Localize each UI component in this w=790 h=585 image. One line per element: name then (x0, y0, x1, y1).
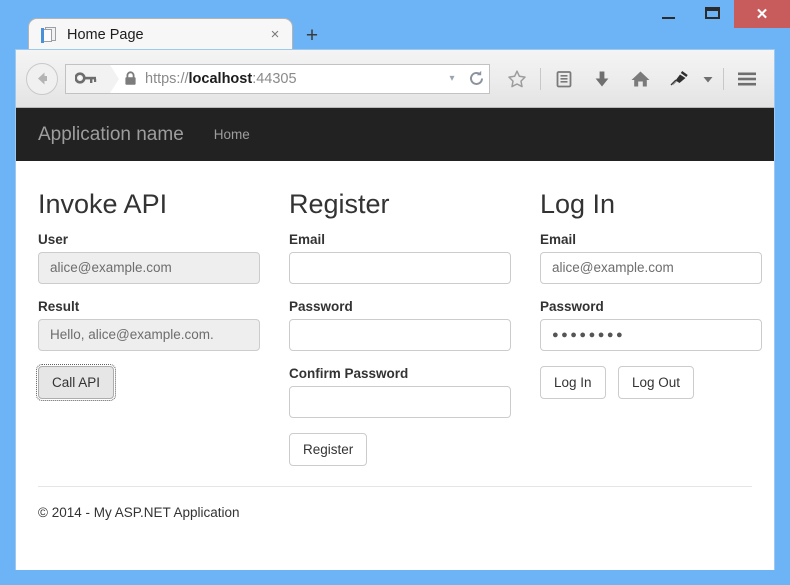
heading-invoke-api: Invoke API (38, 189, 168, 219)
pin-icon (670, 70, 688, 85)
tab-strip: Home Page × + (0, 18, 790, 50)
nav-link-home[interactable]: Home (214, 127, 250, 142)
footer-copyright: © 2014 - My ASP.NET Application (38, 504, 240, 520)
browser-chrome: https://localhost:44305 ▾ Application na… (15, 49, 775, 570)
security-lock (121, 71, 137, 86)
tab-home-page[interactable]: Home Page × (28, 18, 293, 50)
label-user: User (38, 231, 69, 247)
tab-title: Home Page (67, 26, 144, 43)
heading-login: Log In (540, 189, 616, 219)
register-password-input[interactable] (289, 318, 511, 351)
address-bar[interactable]: https://localhost:44305 ▾ (65, 63, 490, 94)
reload-button[interactable] (463, 70, 489, 87)
pin-button[interactable] (659, 62, 697, 96)
column-login: Log In Email alice@example.com Password … (540, 177, 774, 466)
download-icon (595, 71, 609, 86)
downloads-button[interactable] (583, 62, 621, 96)
columns-row: Invoke API User alice@example.com Result… (35, 161, 762, 466)
label-register-email: Email (289, 231, 326, 247)
label-register-confirm-password: Confirm Password (289, 365, 409, 381)
result-input[interactable]: Hello, alice@example.com. (38, 318, 260, 351)
page-footer: © 2014 - My ASP.NET Application (16, 485, 774, 520)
overflow-menu-button[interactable] (697, 62, 719, 96)
home-button[interactable] (621, 62, 659, 96)
reading-list-icon (556, 70, 572, 87)
chevron-down-icon[interactable]: ▾ (441, 73, 463, 84)
footer-divider (38, 485, 752, 487)
page-container: Invoke API User alice@example.com Result… (16, 161, 774, 466)
url-host: localhost (188, 70, 253, 87)
register-confirm-password-input[interactable] (289, 385, 511, 418)
site-navbar: Application name Home (16, 108, 774, 161)
key-icon (75, 71, 97, 84)
label-register-password: Password (289, 298, 353, 314)
label-login-password: Password (540, 298, 604, 314)
lock-icon (125, 71, 136, 85)
page-icon (41, 26, 57, 43)
reload-icon (469, 70, 483, 85)
back-arrow-icon (37, 72, 47, 85)
label-login-email: Email (540, 231, 577, 247)
bookmark-star-icon (508, 69, 526, 87)
browser-window: ✕ Home Page × + https://localhost:44305 … (0, 0, 790, 585)
bookmark-star-button[interactable] (498, 62, 536, 96)
url-port: :44305 (252, 70, 297, 87)
label-result: Result (38, 298, 80, 314)
register-email-input[interactable] (289, 251, 511, 284)
column-register: Register Email Password Confirm Password… (289, 177, 539, 466)
site-identity-block[interactable] (66, 64, 119, 93)
logout-button[interactable]: Log Out (618, 365, 695, 399)
site-brand[interactable]: Application name (38, 124, 184, 146)
tab-close-icon[interactable]: × (266, 26, 284, 44)
menu-hamburger-icon (738, 72, 756, 85)
browser-toolbar: https://localhost:44305 ▾ (16, 50, 774, 108)
toolbar-divider (540, 67, 541, 90)
home-icon (631, 71, 649, 86)
reading-list-button[interactable] (545, 62, 583, 96)
login-email-input[interactable]: alice@example.com (540, 251, 762, 284)
login-button[interactable]: Log In (540, 365, 606, 399)
back-button[interactable] (26, 62, 58, 95)
overflow-caret-icon (703, 76, 713, 82)
login-password-input[interactable]: ●●●●●●●● (540, 318, 762, 351)
browser-menu-button[interactable] (728, 62, 766, 96)
register-button[interactable]: Register (289, 432, 368, 466)
new-tab-button[interactable]: + (298, 24, 326, 50)
heading-register: Register (289, 189, 390, 219)
column-invoke-api: Invoke API User alice@example.com Result… (35, 177, 288, 466)
url-text[interactable]: https://localhost:44305 (137, 71, 441, 87)
user-input[interactable]: alice@example.com (38, 251, 260, 284)
toolbar-divider-2 (723, 67, 724, 90)
call-api-button[interactable]: Call API (35, 363, 117, 401)
web-page: Application name Home Invoke API User al… (16, 108, 774, 570)
url-scheme: https:// (145, 70, 189, 87)
